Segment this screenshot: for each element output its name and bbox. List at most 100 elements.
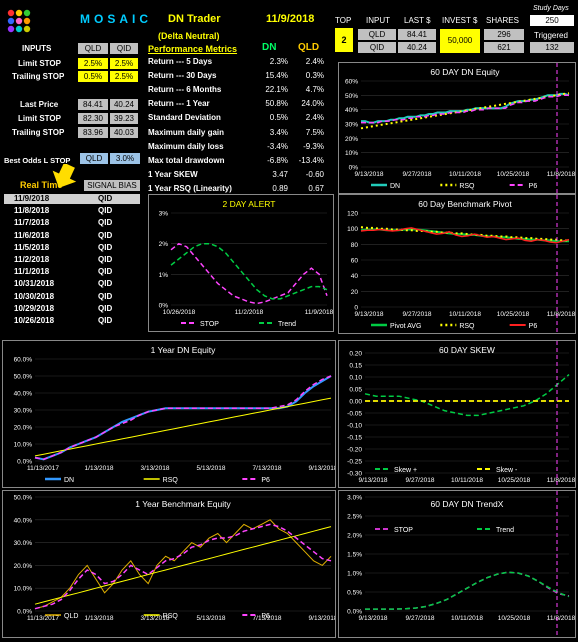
signal-row-date[interactable]: 11/6/2018 xyxy=(14,231,84,241)
signal-row-date[interactable]: 10/31/2018 xyxy=(14,279,84,289)
legend-label: STOP xyxy=(200,321,219,328)
series-line xyxy=(170,242,328,300)
x-tick-label: 10/11/2018 xyxy=(451,615,483,622)
legend-label: RSQ xyxy=(163,477,179,484)
x-tick-label: 11/8/2018 xyxy=(547,171,575,178)
x-tick-label: 10/26/2018 xyxy=(163,309,196,316)
signal-row-date[interactable]: 11/8/2018 xyxy=(14,206,84,216)
trailing-stop-qid[interactable]: 2.5% xyxy=(110,71,138,82)
signal-row-date[interactable]: 11/7/2018 xyxy=(14,218,84,228)
study-days-value[interactable]: 250 xyxy=(530,15,574,26)
legend-label: DN xyxy=(390,183,400,190)
metric-dn-value: 50.8% xyxy=(265,99,288,109)
x-tick-label: 9/27/2018 xyxy=(403,311,432,318)
x-tick-label: 9/13/2018 xyxy=(355,171,384,178)
signal-row-bias: QID xyxy=(98,206,113,216)
triggered-value: 132 xyxy=(530,42,574,53)
trailing-stop-qld[interactable]: 0.5% xyxy=(78,71,108,82)
x-tick-label: 9/27/2018 xyxy=(406,615,435,622)
metric-qld-value: -9.3% xyxy=(303,141,324,151)
top-row-2-sym: QID xyxy=(358,42,396,53)
y-tick-label: 20 xyxy=(351,289,359,296)
x-tick-label: 10/25/2018 xyxy=(498,477,531,484)
x-tick-label: 9/13/2018 xyxy=(309,465,335,472)
top-label: TOP xyxy=(335,16,352,25)
chart-title: 60 DAY SKEW xyxy=(439,345,495,355)
app-subtitle: (Delta Neutral) xyxy=(158,31,220,41)
y-tick-label: 40.0% xyxy=(14,391,33,398)
signal-row-date[interactable]: 11/1/2018 xyxy=(14,267,84,277)
top-value[interactable]: 2 xyxy=(335,28,353,52)
metric-qld-value: 2.4% xyxy=(305,57,324,66)
signal-row-bias: QID xyxy=(98,291,113,301)
y-tick-label: 50.0% xyxy=(14,495,33,502)
invest-label: INVEST $ xyxy=(442,16,478,25)
x-tick-label: 11/13/2017 xyxy=(27,615,59,622)
x-tick-label: 11/8/2018 xyxy=(547,477,575,484)
x-tick-label: 1/13/2018 xyxy=(85,615,114,622)
metric-dn-value: 22.1% xyxy=(265,85,288,95)
signal-row-bias: QID xyxy=(98,316,113,325)
signal-row-date[interactable]: 10/29/2018 xyxy=(14,304,84,314)
trailing-stop2-qid: 40.03 xyxy=(110,127,138,138)
y-tick-label: 0.20 xyxy=(349,351,362,358)
invest-value[interactable]: 50,000 xyxy=(440,29,480,53)
y-tick-label: 10% xyxy=(345,150,358,157)
legend-label: QLD xyxy=(64,613,78,620)
legend-label: STOP xyxy=(394,527,413,534)
x-tick-label: 10/11/2018 xyxy=(451,477,483,484)
y-tick-label: 30.0% xyxy=(14,408,33,415)
y-tick-label: 80 xyxy=(351,242,359,249)
signal-row-selected-date[interactable]: 11/9/2018 xyxy=(4,194,140,204)
input-label: INPUT xyxy=(366,16,390,25)
x-tick-label: 10/25/2018 xyxy=(498,615,531,622)
signal-row-date[interactable]: 10/26/2018 xyxy=(14,316,84,326)
y-tick-label: 3.0% xyxy=(347,495,362,502)
trailing-stop2-label: Trailing STOP xyxy=(12,128,65,137)
best-odds-val: 3.0% xyxy=(110,153,140,164)
metric-qld-value: 7.5% xyxy=(305,127,324,137)
x-tick-label: 9/13/2018 xyxy=(359,477,388,484)
top-row-2-shares: 621 xyxy=(484,42,524,53)
metric-label: Maximum daily loss xyxy=(148,141,224,151)
metrics-col-qld: QLD xyxy=(298,42,320,53)
y-tick-label: 2.0% xyxy=(347,533,362,540)
metric-dn-value: 0.5% xyxy=(269,113,288,123)
x-tick-label: 11/8/2018 xyxy=(547,615,575,622)
x-tick-label: 9/27/2018 xyxy=(403,171,432,178)
x-tick-label: 9/13/2018 xyxy=(309,615,335,622)
signal-row-date[interactable]: 11/2/2018 xyxy=(14,255,84,265)
limit-stop-qid[interactable]: 2.5% xyxy=(110,58,138,69)
series-line xyxy=(361,92,570,124)
y-tick-label: 10.0% xyxy=(14,442,33,449)
metric-label: Max total drawdown xyxy=(148,155,225,165)
metric-qld-value: -13.4% xyxy=(298,155,324,165)
y-tick-label: 10.0% xyxy=(14,586,33,593)
metrics-header: Performance Metrics xyxy=(148,44,238,54)
study-days-label: Study Days xyxy=(533,5,569,12)
x-tick-label: 10/11/2018 xyxy=(449,311,481,318)
y-tick-label: -0.15 xyxy=(347,435,362,442)
limit-stop-qld[interactable]: 2.5% xyxy=(78,58,108,69)
y-tick-label: 120 xyxy=(347,211,358,218)
limit-stop-label: Limit STOP xyxy=(18,59,61,68)
signal-row-bias: QID xyxy=(98,279,113,289)
y-tick-label: 40.0% xyxy=(14,517,33,524)
inputs-col2: QID xyxy=(110,43,138,54)
header-date: 11/9/2018 xyxy=(266,13,315,25)
y-tick-label: 2.5% xyxy=(347,514,362,521)
metric-dn-value: -6.8% xyxy=(267,155,288,165)
metric-label: 1 Year RSQ (Linearity) xyxy=(148,183,232,193)
x-tick-label: 9/13/2018 xyxy=(355,311,384,318)
y-tick-label: -0.20 xyxy=(347,447,362,454)
y-tick-label: 1% xyxy=(159,272,169,279)
legend-label: P6 xyxy=(261,613,270,620)
signal-row-bias: QID xyxy=(98,194,113,203)
x-tick-label: 11/8/2018 xyxy=(547,311,575,318)
chart-2day-alert: 0% 1% 2% 3% 10/26/2018 11/2/2018 11/9/2018 2 DA… xyxy=(148,194,334,332)
signal-row-date[interactable]: 11/5/2018 xyxy=(14,243,84,253)
chart-60day-benchmark-pivot: 0 20 40 60 80 100 120 9/13/2018 9/27/2018 10/11/2… xyxy=(338,194,576,595)
shares-label: SHARES xyxy=(486,16,519,25)
y-tick-label: 0.5% xyxy=(347,590,362,597)
signal-row-date[interactable]: 10/30/2018 xyxy=(14,292,84,302)
